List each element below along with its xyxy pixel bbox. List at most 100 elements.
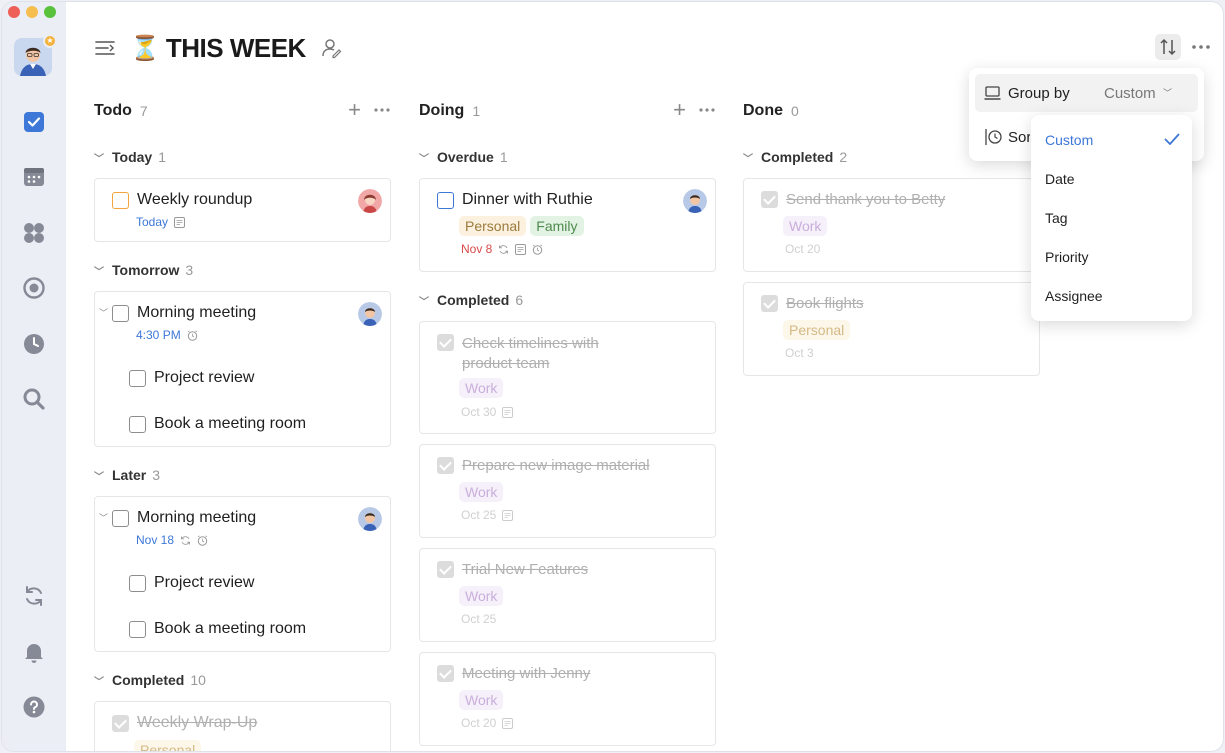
group-option-assignee[interactable]: Assignee <box>1045 288 1103 304</box>
group-completed[interactable]: ﹀ Completed 6 <box>419 292 523 308</box>
group-option-tag[interactable]: Tag <box>1045 210 1068 226</box>
column-title: Doing <box>419 102 465 119</box>
share-button[interactable] <box>320 37 342 59</box>
task-title: Weekly roundup <box>137 191 253 208</box>
checkmark-icon <box>1164 133 1180 145</box>
sidebar-item-focus[interactable] <box>21 275 47 301</box>
task-checkbox[interactable] <box>761 295 778 312</box>
task-card[interactable]: ﹀ Morning meeting Nov 18 Project review <box>94 496 391 652</box>
sidebar-item-tasks[interactable] <box>21 109 47 135</box>
tag-work[interactable]: Work <box>459 690 504 710</box>
sort-button[interactable] <box>1155 34 1181 60</box>
group-option-date[interactable]: Date <box>1045 171 1075 187</box>
sidebar-item-calendar[interactable] <box>21 164 47 190</box>
group-completed[interactable]: ﹀ Completed 2 <box>743 149 847 165</box>
checkbox-icon <box>24 112 44 132</box>
assignee-avatar[interactable] <box>683 189 707 213</box>
sidebar-item-habits[interactable] <box>21 331 47 357</box>
task-date: Today <box>136 215 169 229</box>
group-count: 10 <box>190 672 206 688</box>
sidebar-item-notifications[interactable] <box>21 639 47 665</box>
expand-subtasks-chevron-icon[interactable]: ﹀ <box>99 306 108 319</box>
task-checkbox[interactable] <box>112 509 129 527</box>
more-icon[interactable] <box>373 107 391 113</box>
task-card[interactable]: Weekly Wrap-Up Personal <box>94 701 391 751</box>
tag-personal[interactable]: Personal <box>134 740 202 751</box>
subtask-checkbox[interactable] <box>129 574 146 592</box>
task-card[interactable]: ﹀ Morning meeting 4:30 PM Project review <box>94 291 391 447</box>
assignee-avatar[interactable] <box>358 302 382 326</box>
sidebar-item-help[interactable] <box>21 694 47 720</box>
tag-work[interactable]: Work <box>459 586 504 606</box>
tag-work[interactable]: Work <box>459 482 504 502</box>
group-title: Today <box>112 149 153 165</box>
alarm-icon <box>187 329 197 341</box>
add-task-button[interactable]: + <box>673 99 686 121</box>
user-avatar[interactable]: ★ <box>14 34 57 76</box>
tag-personal[interactable]: Personal <box>783 320 851 340</box>
tag-work[interactable]: Work <box>459 378 504 398</box>
task-title: Meeting with Jenny <box>462 665 591 682</box>
tag-family[interactable]: Family <box>530 216 584 236</box>
sidebar-item-sync[interactable] <box>21 583 47 609</box>
tag-personal[interactable]: Personal <box>459 216 527 236</box>
group-option-custom[interactable]: Custom <box>1045 132 1093 148</box>
chevron-down-icon: ﹀ <box>94 676 104 688</box>
assignee-avatar[interactable] <box>358 507 382 531</box>
task-date: Oct 25 <box>461 508 497 522</box>
task-card[interactable]: Book flights Personal Oct 3 <box>743 282 1040 376</box>
column-todo: Todo 7 + ﹀ Today 1 Weekly roundup Today … <box>94 98 391 751</box>
task-card[interactable]: Meeting with Jenny Work Oct 20 <box>419 652 716 746</box>
task-checkbox[interactable] <box>437 665 454 682</box>
window-controls <box>8 6 56 18</box>
group-overdue[interactable]: ﹀ Overdue 1 <box>419 149 508 165</box>
sync-icon <box>26 586 42 606</box>
task-card[interactable]: Weekly roundup Today <box>94 178 391 242</box>
group-option-priority[interactable]: Priority <box>1045 249 1089 265</box>
group-title: Completed <box>112 672 185 688</box>
expand-subtasks-chevron-icon[interactable]: ﹀ <box>99 511 108 524</box>
task-card[interactable]: Trial New Features Work Oct 25 <box>419 548 716 642</box>
subtask-checkbox[interactable] <box>129 415 146 433</box>
assignee-avatar[interactable] <box>358 189 382 213</box>
task-date: Nov 8 <box>461 242 493 256</box>
group-title: Completed <box>437 292 510 308</box>
tag-work[interactable]: Work <box>783 216 828 236</box>
toggle-sidebar-button[interactable] <box>94 37 116 59</box>
task-card[interactable]: Prepare new image material Work Oct 25 <box>419 444 716 538</box>
task-checkbox[interactable] <box>437 457 454 474</box>
task-card[interactable]: Check timelines with product team Work Oc… <box>419 321 716 434</box>
sidebar-item-search[interactable] <box>21 386 47 412</box>
sidebar-item-matrix[interactable] <box>21 220 47 246</box>
task-checkbox[interactable] <box>112 191 129 209</box>
maximize-window-button[interactable] <box>44 6 56 18</box>
group-today[interactable]: ﹀ Today 1 <box>94 149 166 165</box>
group-by-row[interactable]: Group by Custom ﹀ <box>975 74 1198 112</box>
group-completed[interactable]: ﹀ Completed 10 <box>94 672 206 688</box>
subtask-checkbox[interactable] <box>129 369 146 387</box>
more-icon[interactable] <box>698 107 716 113</box>
clock-icon <box>24 334 44 354</box>
more-options-button[interactable] <box>1191 44 1211 50</box>
focus-icon <box>23 277 45 299</box>
group-tomorrow[interactable]: ﹀ Tomorrow 3 <box>94 262 193 278</box>
task-title-line: Check timelines with <box>462 335 599 352</box>
add-task-button[interactable]: + <box>348 99 361 121</box>
task-checkbox[interactable] <box>112 304 129 322</box>
minimize-window-button[interactable] <box>26 6 38 18</box>
task-card[interactable]: Send thank you to Betty Work Oct 20 <box>743 178 1040 272</box>
task-card[interactable]: Dinner with Ruthie Personal Family Nov 8 <box>419 178 716 272</box>
subtask-title: Project review <box>154 574 255 591</box>
task-title: Morning meeting <box>137 304 257 321</box>
group-later[interactable]: ﹀ Later 3 <box>94 467 160 483</box>
task-checkbox[interactable] <box>112 714 129 732</box>
task-checkbox[interactable] <box>437 191 454 209</box>
group-by-value: Custom <box>1104 85 1156 102</box>
task-checkbox[interactable] <box>437 334 454 351</box>
task-checkbox[interactable] <box>437 561 454 578</box>
header-actions <box>1155 34 1211 60</box>
list-emoji: ⏳ <box>130 34 160 62</box>
close-window-button[interactable] <box>8 6 20 18</box>
subtask-checkbox[interactable] <box>129 620 146 638</box>
task-checkbox[interactable] <box>761 191 778 208</box>
